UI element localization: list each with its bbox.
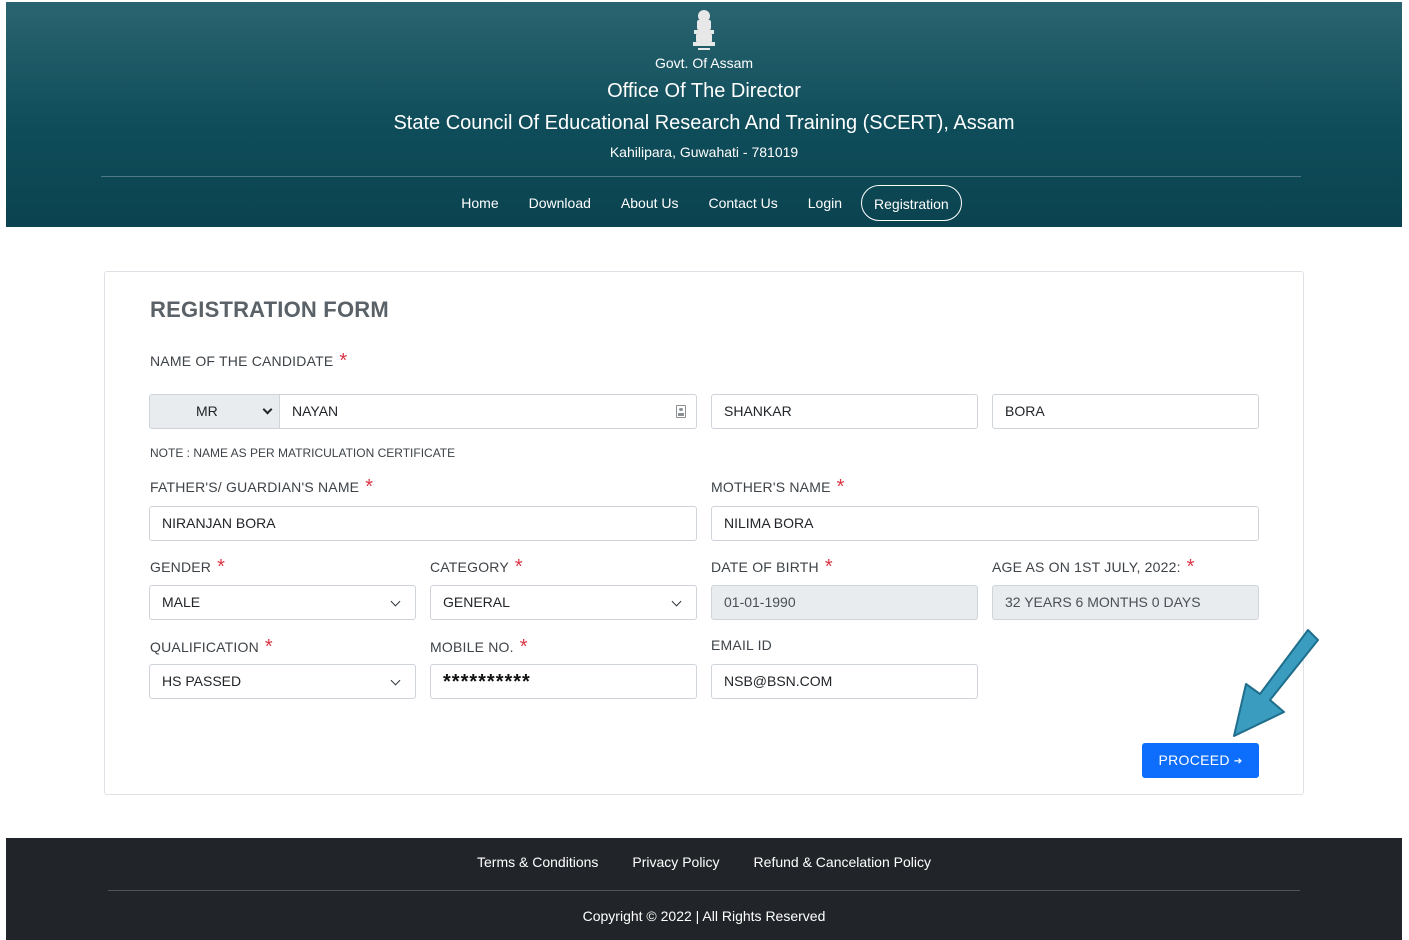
candidate-name-label: NAME OF THE CANDIDATE * bbox=[150, 350, 348, 372]
required-mark: * bbox=[836, 476, 845, 498]
council-line: State Council Of Educational Research An… bbox=[393, 112, 1015, 134]
mobile-masked-value: ********** bbox=[443, 671, 531, 693]
required-mark: * bbox=[514, 556, 523, 578]
category-select[interactable]: GENERAL bbox=[430, 585, 697, 620]
required-mark: * bbox=[519, 636, 528, 658]
site-header: Govt. Of Assam Office Of The Director St… bbox=[6, 2, 1402, 227]
form-title: REGISTRATION FORM bbox=[150, 297, 389, 322]
nav-registration[interactable]: Registration bbox=[861, 185, 962, 221]
father-name-label: FATHER'S/ GUARDIAN'S NAME * bbox=[150, 476, 374, 498]
middle-name-input[interactable]: SHANKAR bbox=[711, 394, 978, 429]
footer-privacy-link[interactable]: Privacy Policy bbox=[632, 854, 719, 870]
footer-refund-link[interactable]: Refund & Cancelation Policy bbox=[754, 854, 931, 870]
first-name-input[interactable]: NAYAN bbox=[279, 394, 697, 429]
salutation-select[interactable]: MR bbox=[149, 394, 280, 429]
header-divider bbox=[101, 176, 1301, 177]
copyright-text: Copyright © 2022 | All Rights Reserved bbox=[582, 908, 826, 924]
pointer-arrow-icon bbox=[1233, 629, 1319, 737]
gender-label: GENDER * bbox=[150, 556, 226, 578]
required-mark: * bbox=[217, 556, 226, 578]
mother-name-input[interactable]: NILIMA BORA bbox=[711, 506, 1259, 541]
footer-links: Terms & Conditions Privacy Policy Refund… bbox=[6, 854, 1402, 870]
required-mark: * bbox=[1186, 556, 1195, 578]
nav-download[interactable]: Download bbox=[514, 185, 606, 221]
footer-terms-link[interactable]: Terms & Conditions bbox=[477, 854, 598, 870]
category-label: CATEGORY * bbox=[430, 556, 523, 578]
dob-input[interactable]: 01-01-1990 bbox=[711, 585, 978, 620]
age-input: 32 YEARS 6 MONTHS 0 DAYS bbox=[992, 585, 1259, 620]
required-mark: * bbox=[365, 476, 374, 498]
address-line: Kahilipara, Guwahati - 781019 bbox=[609, 144, 799, 160]
email-label: EMAIL ID bbox=[711, 637, 772, 653]
gov-line: Govt. Of Assam bbox=[654, 55, 754, 71]
site-footer: Terms & Conditions Privacy Policy Refund… bbox=[6, 838, 1402, 940]
father-name-input[interactable]: NIRANJAN BORA bbox=[149, 506, 697, 541]
age-label: AGE AS ON 1ST JULY, 2022: * bbox=[992, 556, 1195, 578]
required-mark: * bbox=[339, 350, 348, 372]
required-mark: * bbox=[824, 556, 833, 578]
main-nav: Home Download About Us Contact Us Login … bbox=[6, 184, 1402, 222]
nav-contact-us[interactable]: Contact Us bbox=[694, 185, 793, 221]
dob-label: DATE OF BIRTH * bbox=[711, 556, 833, 578]
email-input[interactable]: NSB@BSN.COM bbox=[711, 664, 978, 699]
nav-login[interactable]: Login bbox=[793, 185, 857, 221]
qualification-select[interactable]: HS PASSED bbox=[149, 664, 416, 699]
mobile-label: MOBILE NO. * bbox=[430, 636, 528, 658]
required-mark: * bbox=[264, 636, 273, 658]
office-line: Office Of The Director bbox=[607, 80, 801, 102]
gender-select[interactable]: MALE bbox=[149, 585, 416, 620]
mobile-input[interactable]: ********** bbox=[430, 664, 697, 699]
contact-card-icon bbox=[676, 405, 686, 418]
nav-about-us[interactable]: About Us bbox=[606, 185, 694, 221]
chevron-down-icon bbox=[262, 404, 273, 415]
national-emblem-icon bbox=[693, 10, 715, 50]
qualification-label: QUALIFICATION * bbox=[150, 636, 273, 658]
nav-home[interactable]: Home bbox=[446, 185, 513, 221]
last-name-input[interactable]: BORA bbox=[992, 394, 1259, 429]
name-note: NOTE : NAME AS PER MATRICULATION CERTIFI… bbox=[150, 446, 456, 460]
proceed-button[interactable]: PROCEED ➔ bbox=[1142, 743, 1259, 778]
footer-divider bbox=[108, 890, 1300, 891]
arrow-right-icon: ➔ bbox=[1233, 756, 1243, 767]
mother-name-label: MOTHER'S NAME * bbox=[711, 476, 845, 498]
